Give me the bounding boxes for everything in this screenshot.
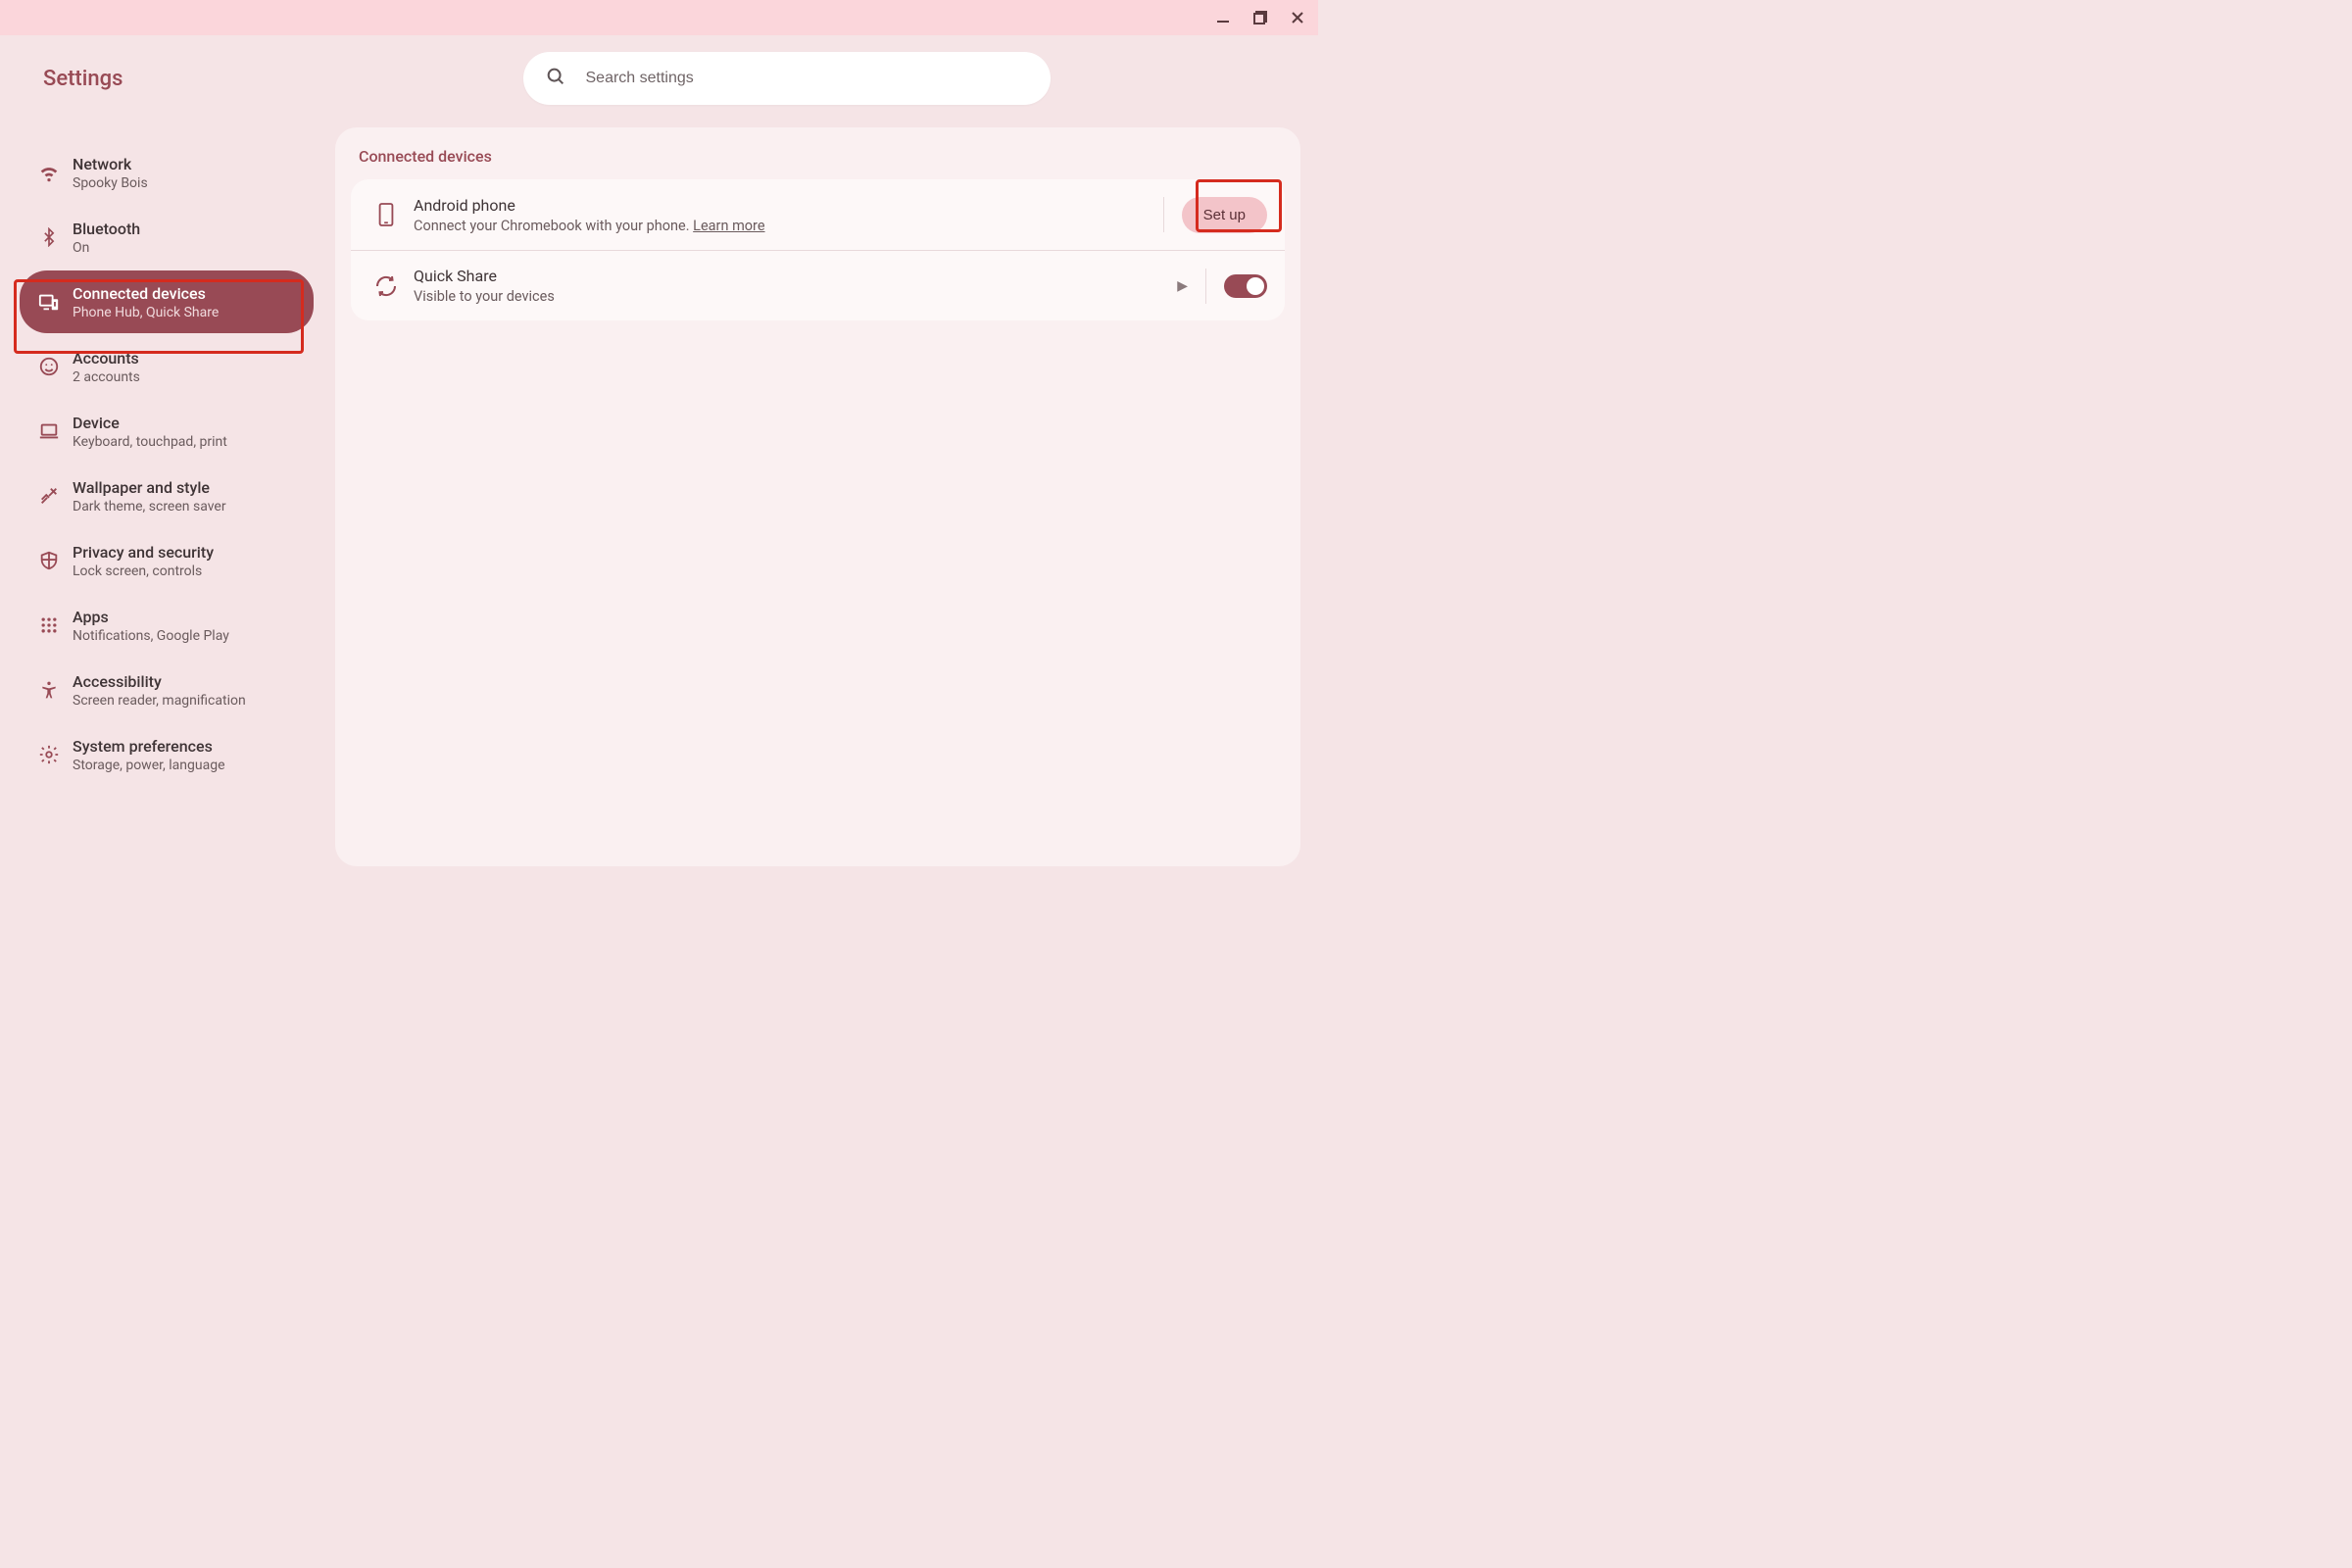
divider bbox=[1163, 197, 1164, 232]
header: Settings bbox=[0, 35, 1318, 118]
sidebar-item-network[interactable]: Network Spooky Bois bbox=[20, 141, 314, 204]
apps-grid-icon bbox=[35, 615, 63, 635]
card: Android phone Connect your Chromebook wi… bbox=[351, 179, 1285, 320]
sidebar-item-label: Wallpaper and style bbox=[73, 478, 226, 497]
gear-icon bbox=[35, 744, 63, 765]
phone-icon bbox=[370, 202, 402, 227]
account-icon bbox=[35, 356, 63, 377]
devices-icon bbox=[35, 291, 63, 313]
learn-more-link[interactable]: Learn more bbox=[693, 218, 764, 234]
sidebar-item-label: Accounts bbox=[73, 349, 140, 368]
sidebar-item-sub: Spooky Bois bbox=[73, 175, 148, 191]
sidebar-item-sub: Dark theme, screen saver bbox=[73, 499, 226, 514]
search-icon bbox=[545, 66, 566, 91]
sidebar-item-sub: 2 accounts bbox=[73, 369, 140, 385]
sidebar-item-bluetooth[interactable]: Bluetooth On bbox=[20, 206, 314, 269]
shield-icon bbox=[35, 550, 63, 571]
palette-icon bbox=[35, 485, 63, 507]
quickshare-icon bbox=[370, 274, 402, 298]
panel-title: Connected devices bbox=[351, 147, 1285, 179]
window-titlebar bbox=[0, 0, 1318, 35]
row-sub: Connect your Chromebook with your phone.… bbox=[414, 218, 1163, 234]
sidebar-item-privacy[interactable]: Privacy and security Lock screen, contro… bbox=[20, 529, 314, 592]
row-sub: Visible to your devices bbox=[414, 288, 1177, 305]
quickshare-toggle[interactable] bbox=[1224, 274, 1267, 298]
maximize-button[interactable] bbox=[1244, 4, 1277, 31]
sidebar-item-sub: Notifications, Google Play bbox=[73, 628, 229, 644]
sidebar-item-sub: Storage, power, language bbox=[73, 758, 225, 773]
sidebar-item-wallpaper[interactable]: Wallpaper and style Dark theme, screen s… bbox=[20, 465, 314, 527]
sidebar-item-sub: Phone Hub, Quick Share bbox=[73, 305, 219, 320]
search-input[interactable] bbox=[584, 69, 1029, 88]
main: Connected devices Android phone Connect … bbox=[323, 118, 1318, 886]
accessibility-icon bbox=[35, 680, 63, 700]
sidebar-item-label: Bluetooth bbox=[73, 220, 140, 238]
sidebar-item-accounts[interactable]: Accounts 2 accounts bbox=[20, 335, 314, 398]
sidebar-item-sub: Keyboard, touchpad, print bbox=[73, 434, 227, 450]
setup-button[interactable]: Set up bbox=[1182, 197, 1267, 233]
sidebar-item-device[interactable]: Device Keyboard, touchpad, print bbox=[20, 400, 314, 463]
sidebar: Network Spooky Bois Bluetooth On Connect… bbox=[14, 118, 323, 886]
minimize-button[interactable] bbox=[1206, 4, 1240, 31]
sidebar-item-label: Network bbox=[73, 155, 148, 173]
sidebar-item-connected-devices[interactable]: Connected devices Phone Hub, Quick Share bbox=[20, 270, 314, 333]
row-desc: Connect your Chromebook with your phone. bbox=[414, 218, 693, 234]
wifi-icon bbox=[35, 162, 63, 183]
sidebar-item-apps[interactable]: Apps Notifications, Google Play bbox=[20, 594, 314, 657]
sidebar-item-label: Device bbox=[73, 414, 227, 432]
sidebar-item-sub: Screen reader, magnification bbox=[73, 693, 246, 709]
sidebar-item-system[interactable]: System preferences Storage, power, langu… bbox=[20, 723, 314, 786]
sidebar-item-label: System preferences bbox=[73, 737, 225, 756]
panel-connected-devices: Connected devices Android phone Connect … bbox=[335, 127, 1300, 866]
chevron-right-icon: ▶ bbox=[1177, 278, 1188, 294]
sidebar-item-label: Connected devices bbox=[73, 284, 219, 303]
divider bbox=[1205, 269, 1206, 304]
row-quick-share[interactable]: Quick Share Visible to your devices ▶ bbox=[351, 250, 1285, 320]
sidebar-item-sub: On bbox=[73, 240, 140, 256]
bluetooth-icon bbox=[35, 227, 63, 247]
laptop-icon bbox=[35, 420, 63, 442]
app-title: Settings bbox=[43, 67, 337, 91]
close-button[interactable] bbox=[1281, 4, 1314, 31]
sidebar-item-label: Apps bbox=[73, 608, 229, 626]
sidebar-item-label: Privacy and security bbox=[73, 543, 214, 562]
sidebar-item-label: Accessibility bbox=[73, 672, 246, 691]
row-android-phone: Android phone Connect your Chromebook wi… bbox=[351, 179, 1285, 250]
row-title: Android phone bbox=[414, 196, 1163, 215]
sidebar-item-accessibility[interactable]: Accessibility Screen reader, magnificati… bbox=[20, 659, 314, 721]
row-title: Quick Share bbox=[414, 267, 1177, 285]
sidebar-item-sub: Lock screen, controls bbox=[73, 564, 214, 579]
search-field[interactable] bbox=[523, 52, 1051, 105]
